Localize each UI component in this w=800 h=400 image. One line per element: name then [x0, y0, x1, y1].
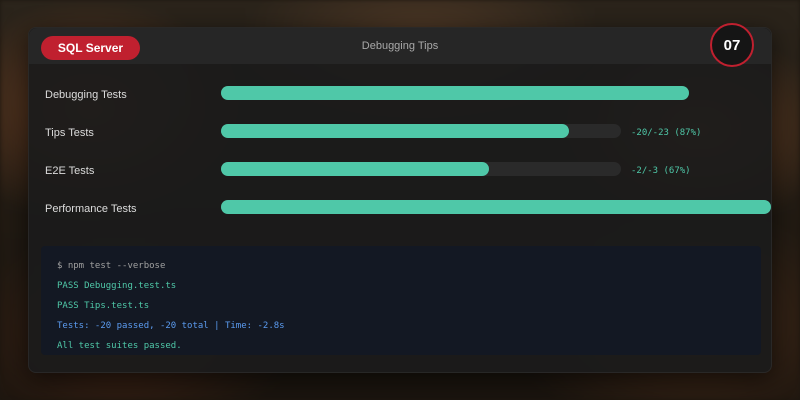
test-stat: -20/-23 (87%) [631, 128, 702, 138]
test-row-label: E2E Tests [45, 165, 95, 177]
progress-fill [221, 162, 489, 176]
progress-fill [221, 124, 569, 138]
terminal-pass-line: PASS Debugging.test.ts [57, 281, 177, 291]
terminal-command-line: $ npm test --verbose [57, 261, 166, 271]
test-stat: -2/-3 (67%) [631, 166, 691, 176]
terminal-pass-line: PASS Tips.test.ts [57, 301, 150, 311]
test-row-label: Performance Tests [45, 203, 137, 215]
card-title: Debugging Tips [361, 40, 439, 52]
step-number-badge: 07 [710, 23, 754, 67]
test-row-label: Tips Tests [45, 127, 94, 139]
test-results-card: SQL Server Debugging Tips 07 Debugging T… [28, 23, 772, 373]
terminal-summary-line: Tests: -20 passed, -20 total | Time: -2.… [57, 321, 285, 331]
progress-fill [221, 86, 689, 100]
terminal-status-line: All test suites passed. [57, 341, 182, 351]
test-row-label: Debugging Tests [45, 89, 127, 101]
card-header: SQL Server Debugging Tips [29, 28, 771, 64]
terminal-output: $ npm test --verbose PASS Debugging.test… [41, 246, 761, 355]
progress-fill [221, 200, 771, 214]
